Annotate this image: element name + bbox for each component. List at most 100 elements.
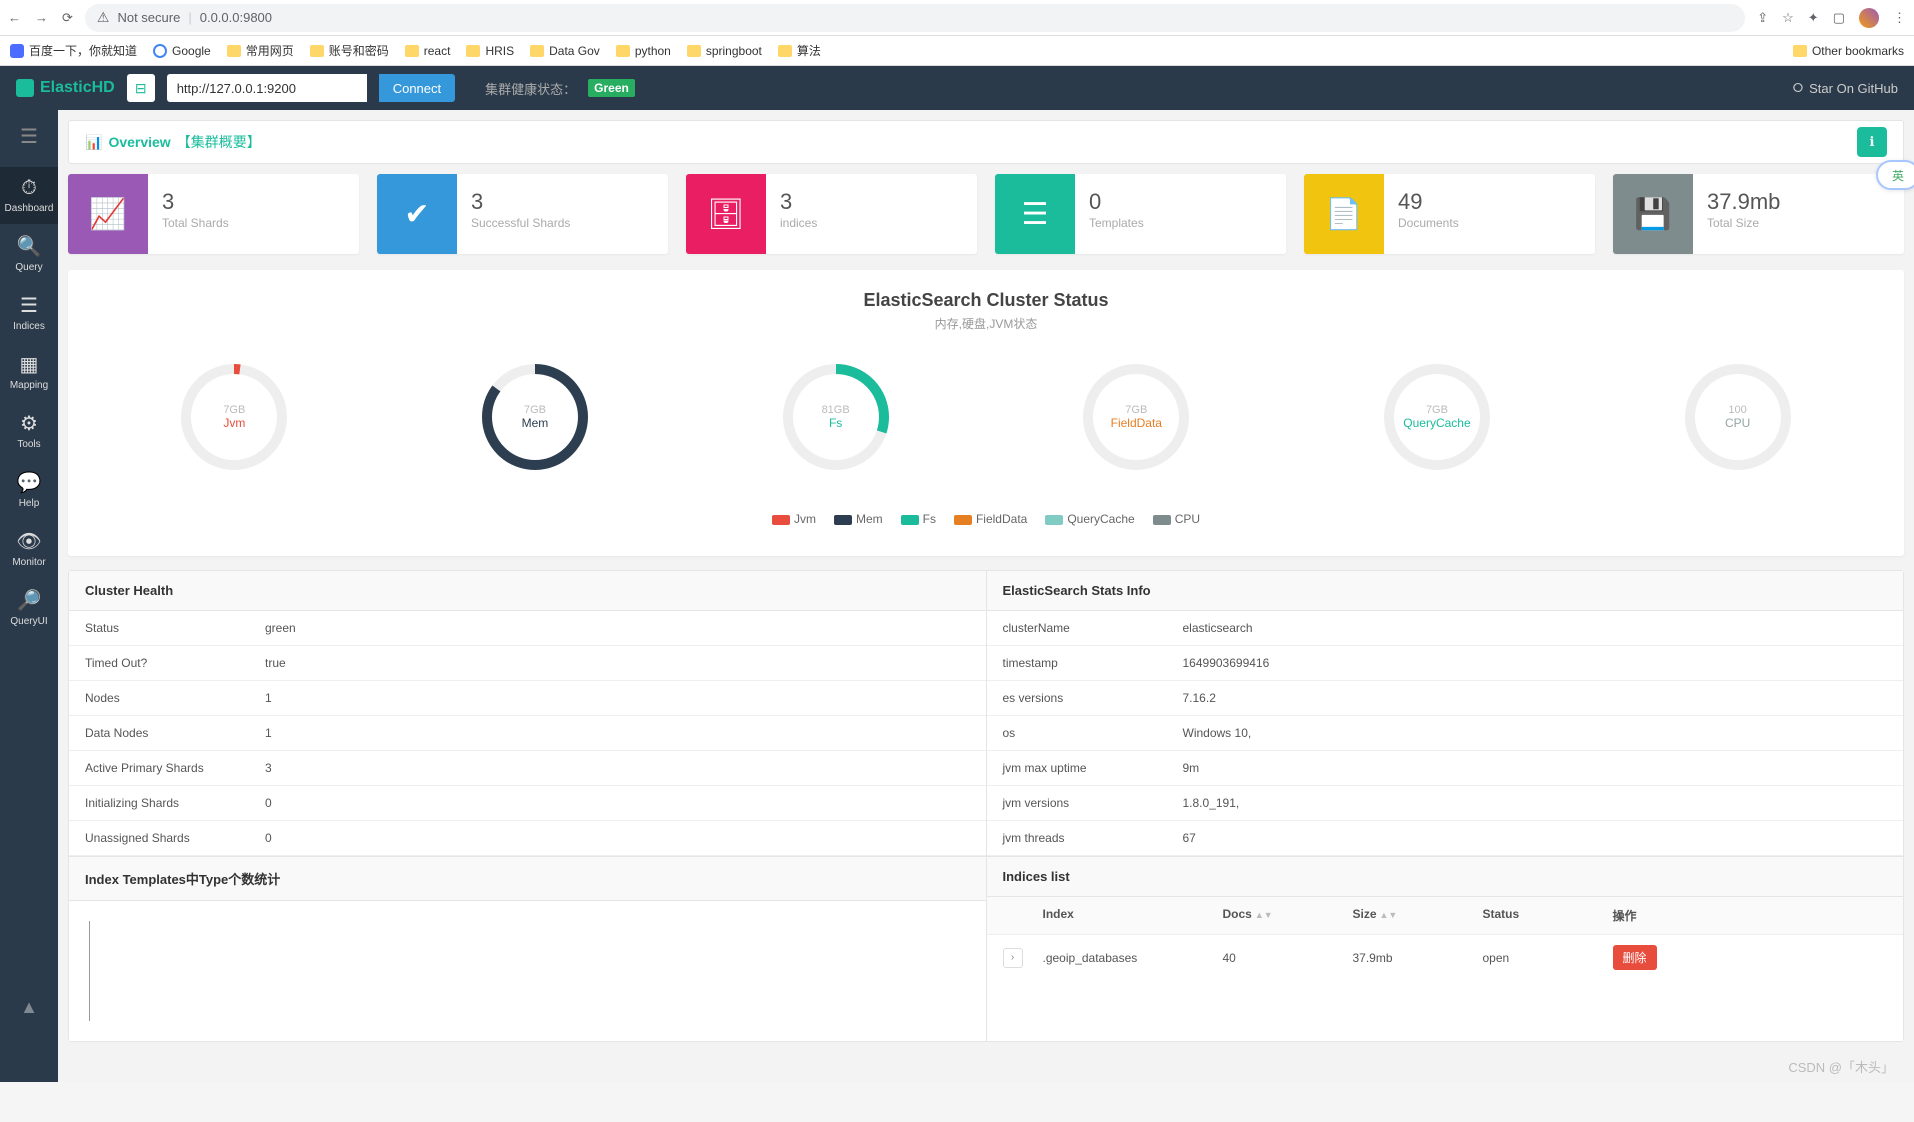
stat-label: Successful Shards <box>471 216 570 230</box>
bookmark-item[interactable]: 账号和密码 <box>310 42 389 59</box>
bookmark-item[interactable]: 算法 <box>778 42 821 59</box>
gauge-label: Jvm <box>223 416 245 430</box>
page-header: 📊 Overview【集群概要】 ℹ <box>68 120 1904 164</box>
sort-icon[interactable]: ▲▼ <box>1255 910 1273 920</box>
stat-label: Total Shards <box>162 216 229 230</box>
table-row: clusterNameelasticsearch <box>987 611 1904 646</box>
extension-icon[interactable]: ✦ <box>1808 10 1819 26</box>
expand-button[interactable]: › <box>1003 948 1023 968</box>
table-row: Nodes1 <box>69 681 986 716</box>
row-key: jvm max uptime <box>987 751 1167 785</box>
share-icon[interactable]: ⇪ <box>1757 10 1768 26</box>
main-content: 英 📊 Overview【集群概要】 ℹ 📈3Total Shards✔3Suc… <box>58 110 1914 1082</box>
reload-icon[interactable]: ⟳ <box>62 10 73 26</box>
sidebar-item-query[interactable]: 🔍Query <box>0 224 58 283</box>
nav-icon: 🔎 <box>17 588 42 613</box>
nav-icon: 👁 <box>16 529 41 554</box>
nav-icon: ▦ <box>20 352 39 377</box>
bookmark-item[interactable]: HRIS <box>466 44 514 58</box>
stat-value: 3 <box>162 190 229 214</box>
bookmark-item[interactable]: 百度一下，你就知道 <box>10 42 137 59</box>
gauge-value: 7GB <box>1426 404 1448 416</box>
star-icon[interactable]: ☆ <box>1782 10 1794 26</box>
bookmark-item[interactable]: springboot <box>687 44 762 58</box>
app-logo[interactable]: ElasticHD <box>16 79 115 97</box>
hamburger-icon[interactable]: ☰ <box>0 124 58 149</box>
es-url-input[interactable] <box>167 74 367 102</box>
sidebar-item-tools[interactable]: ⚙Tools <box>0 401 58 460</box>
github-link[interactable]: ⭘ Star On GitHub <box>1793 80 1898 96</box>
stat-value: 3 <box>780 190 817 214</box>
sidebar-item-help[interactable]: 💬Help <box>0 460 58 519</box>
cluster-title: ElasticSearch Cluster Status <box>84 290 1888 311</box>
delete-button[interactable]: 删除 <box>1613 945 1657 970</box>
nav-label: Tools <box>17 439 40 450</box>
stat-icon: ☰ <box>995 174 1075 254</box>
bookmark-item[interactable]: Data Gov <box>530 44 600 58</box>
info-button[interactable]: ℹ <box>1857 127 1887 157</box>
gauge-value: 7GB <box>223 404 245 416</box>
gauge-value: 7GB <box>524 404 546 416</box>
not-secure-label: Not secure <box>117 10 180 25</box>
row-value: 67 <box>1167 821 1904 855</box>
legend-item[interactable]: FieldData <box>954 512 1027 526</box>
col-size: Size▲▼ <box>1353 907 1483 924</box>
chart-legend: Jvm Mem Fs FieldData QueryCache CPU <box>84 512 1888 526</box>
profile-avatar[interactable] <box>1859 8 1879 28</box>
legend-item[interactable]: Jvm <box>772 512 816 526</box>
gauge-value: 7GB <box>1125 404 1147 416</box>
sidebar-item-monitor[interactable]: 👁Monitor <box>0 519 58 578</box>
menu-icon[interactable]: ⋮ <box>1893 10 1906 26</box>
legend-item[interactable]: Fs <box>901 512 936 526</box>
legend-swatch <box>772 515 790 525</box>
forward-icon[interactable]: → <box>35 10 48 26</box>
sidebar-item-mapping[interactable]: ▦Mapping <box>0 342 58 401</box>
back-icon[interactable]: ← <box>8 10 21 26</box>
stat-value: 49 <box>1398 190 1459 214</box>
gauge-value: 100 <box>1728 404 1746 416</box>
gauges-row: 7GBJvm7GBMem81GBFs7GBFieldData7GBQueryCa… <box>84 362 1888 472</box>
other-bookmarks[interactable]: Other bookmarks <box>1793 44 1904 58</box>
legend-item[interactable]: CPU <box>1153 512 1200 526</box>
panel-icon[interactable]: ▢ <box>1833 10 1845 26</box>
row-value: 3 <box>249 751 986 785</box>
stat-card: ☰0Templates <box>995 174 1286 254</box>
sidebar-item-dashboard[interactable]: ⏱Dashboard <box>0 167 58 224</box>
stat-value: 37.9mb <box>1707 190 1780 214</box>
row-value: 0 <box>249 786 986 820</box>
legend-item[interactable]: QueryCache <box>1045 512 1134 526</box>
row-value: elasticsearch <box>1167 611 1904 645</box>
row-value: 1 <box>249 716 986 750</box>
table-row: Timed Out?true <box>69 646 986 681</box>
nav-label: Indices <box>13 321 45 332</box>
row-key: Active Primary Shards <box>69 751 249 785</box>
row-value: green <box>249 611 986 645</box>
legend-swatch <box>901 515 919 525</box>
stat-card: 💾37.9mbTotal Size <box>1613 174 1904 254</box>
stats-info-table: ElasticSearch Stats Info clusterNameelas… <box>987 570 1905 1042</box>
connect-button[interactable]: Connect <box>379 74 455 102</box>
nav-label: Help <box>19 498 40 509</box>
sidebar-item-queryui[interactable]: 🔎QueryUI <box>0 578 58 637</box>
address-field[interactable]: ⚠ Not secure | 0.0.0.0:9800 <box>85 4 1745 32</box>
language-badge[interactable]: 英 <box>1876 160 1914 190</box>
indices-list-header: Indices list <box>987 856 1904 897</box>
row-value: 1649903699416 <box>1167 646 1904 680</box>
legend-item[interactable]: Mem <box>834 512 883 526</box>
health-badge: Green <box>588 79 635 97</box>
bookmark-item[interactable]: python <box>616 44 671 58</box>
nav-icon: ⏱ <box>21 177 37 200</box>
cluster-icon[interactable]: ⊟ <box>127 74 155 102</box>
stats-row: 📈3Total Shards✔3Successful Shards🗄3indic… <box>68 174 1904 254</box>
bookmark-item[interactable]: 常用网页 <box>227 42 294 59</box>
stat-icon: 💾 <box>1613 174 1693 254</box>
sidebar-item-indices[interactable]: ☰Indices <box>0 283 58 342</box>
stat-card: 📄49Documents <box>1304 174 1595 254</box>
bookmark-item[interactable]: react <box>405 44 451 58</box>
bookmark-item[interactable]: Google <box>153 44 211 58</box>
col-status: Status <box>1483 907 1613 924</box>
row-value: 9m <box>1167 751 1904 785</box>
sort-icon[interactable]: ▲▼ <box>1380 910 1398 920</box>
gauge-label: Mem <box>522 416 549 430</box>
chart-icon: 📊 <box>85 134 102 151</box>
